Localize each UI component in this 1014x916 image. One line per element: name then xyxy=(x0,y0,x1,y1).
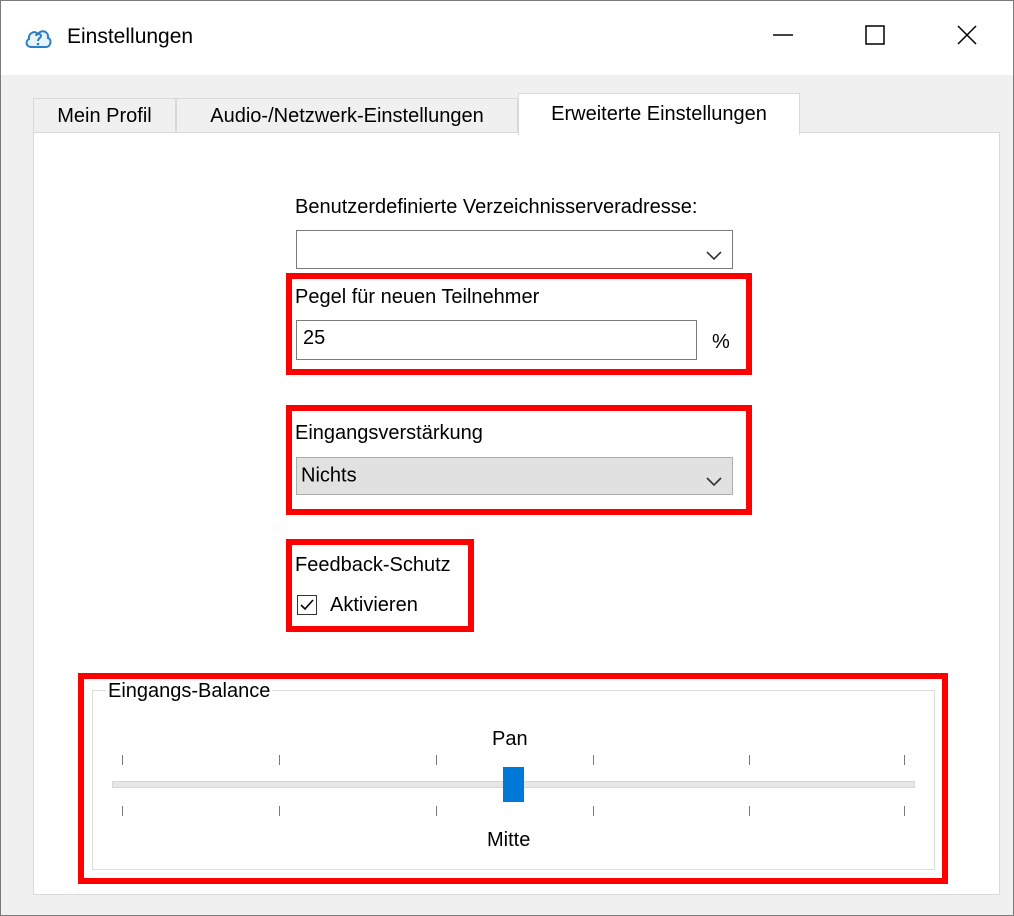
slider-tick xyxy=(593,755,594,765)
tab-label: Audio-/Netzwerk-Einstellungen xyxy=(210,105,484,127)
highlight-feedback-protection xyxy=(286,539,474,632)
tab-mein-profil[interactable]: Mein Profil xyxy=(33,98,176,134)
directory-server-combobox[interactable] xyxy=(296,230,733,269)
tab-label: Mein Profil xyxy=(57,105,152,127)
slider-tick xyxy=(749,806,750,816)
title-bar: Einstellungen xyxy=(1,1,1013,75)
slider-tick xyxy=(749,755,750,765)
tab-audio-netzwerk[interactable]: Audio-/Netzwerk-Einstellungen xyxy=(176,98,518,134)
percent-unit-label: % xyxy=(712,331,730,353)
maximize-button[interactable] xyxy=(829,1,921,75)
slider-thumb[interactable] xyxy=(502,767,524,802)
new-participant-level-label: Pegel für neuen Teilnehmer xyxy=(295,286,540,308)
pan-value-label: Mitte xyxy=(487,829,531,851)
slider-tick xyxy=(436,755,437,765)
feedback-protection-checkbox-label[interactable]: Aktivieren xyxy=(330,594,418,617)
new-participant-level-input[interactable] xyxy=(296,320,697,360)
slider-tick xyxy=(122,806,123,816)
slider-tick xyxy=(593,806,594,816)
window-title: Einstellungen xyxy=(67,25,194,48)
tab-label: Erweiterte Einstellungen xyxy=(551,103,767,125)
slider-tick xyxy=(436,806,437,816)
app-cloud-icon xyxy=(23,24,53,54)
directory-server-label: Benutzerdefinierte Verzeichnisserveradre… xyxy=(295,196,698,218)
slider-tick xyxy=(279,755,280,765)
slider-tick xyxy=(122,755,123,765)
maximize-icon xyxy=(865,25,885,51)
input-gain-value: Nichts xyxy=(301,464,357,487)
minimize-icon xyxy=(773,25,793,51)
feedback-protection-label: Feedback-Schutz xyxy=(295,554,451,576)
chevron-down-icon xyxy=(706,244,722,267)
slider-tick xyxy=(904,806,905,816)
chevron-down-icon xyxy=(706,470,722,493)
tab-erweiterte-einstellungen[interactable]: Erweiterte Einstellungen xyxy=(518,93,800,135)
input-gain-label: Eingangsverstärkung xyxy=(295,422,483,444)
close-button[interactable] xyxy=(921,1,1013,75)
input-balance-group-label: Eingangs-Balance xyxy=(106,680,273,703)
new-participant-level-field[interactable] xyxy=(303,327,683,350)
slider-tick xyxy=(279,806,280,816)
pan-label: Pan xyxy=(492,728,528,750)
close-icon xyxy=(957,25,977,51)
minimize-button[interactable] xyxy=(737,1,829,75)
slider-tick xyxy=(904,755,905,765)
feedback-protection-checkbox[interactable] xyxy=(297,595,317,615)
input-gain-dropdown[interactable]: Nichts xyxy=(296,457,733,495)
